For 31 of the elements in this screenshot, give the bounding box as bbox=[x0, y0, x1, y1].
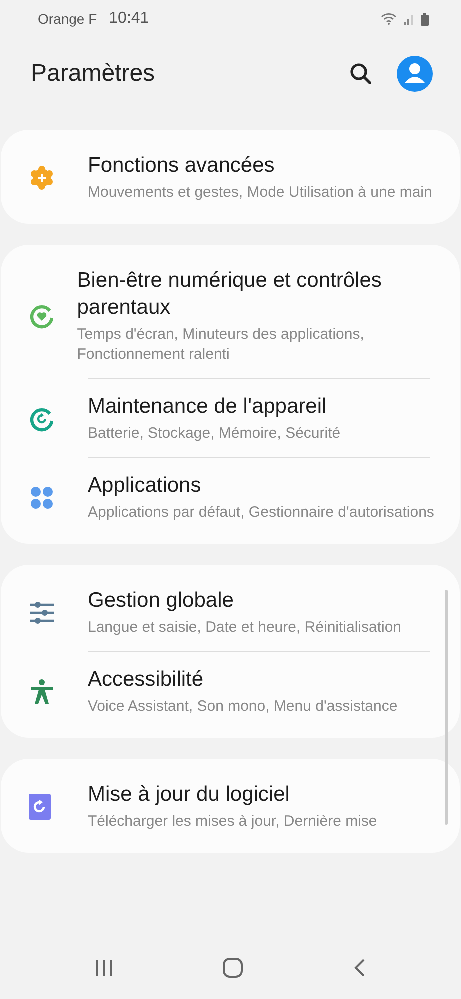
recent-apps-icon[interactable] bbox=[94, 959, 114, 977]
heart-ring-icon bbox=[29, 303, 55, 329]
setting-summary: Mouvements et gestes, Mode Utilisation à une main bbox=[88, 183, 432, 203]
setting-summary: Langue et saisie, Date et heure, Réinitialisation bbox=[88, 618, 402, 638]
setting-title[interactable]: Mise à jour du logiciel bbox=[88, 781, 378, 808]
wifi-icon bbox=[381, 13, 397, 25]
setting-title[interactable]: Accessibilité bbox=[88, 666, 398, 693]
profile-avatar-button[interactable] bbox=[397, 56, 433, 92]
refresh-ring-icon bbox=[29, 406, 55, 432]
update-icon bbox=[29, 794, 51, 820]
four-dots-icon bbox=[29, 484, 55, 510]
setting-summary: Temps d'écran, Minuteurs des applications, Fonctionnement ralenti bbox=[77, 325, 366, 365]
home-icon[interactable] bbox=[222, 957, 244, 979]
back-icon[interactable] bbox=[352, 958, 367, 978]
setting-summary: Voice Assistant, Son mono, Menu d'assistance bbox=[88, 697, 398, 717]
setting-title[interactable]: Applications bbox=[88, 472, 434, 499]
setting-title[interactable]: Maintenance de l'appareil bbox=[88, 393, 341, 420]
battery-icon bbox=[421, 12, 429, 26]
page-title: Paramètres bbox=[31, 60, 156, 88]
setting-title[interactable]: Fonctions avancées bbox=[88, 152, 432, 179]
gear-plus-icon bbox=[29, 164, 55, 190]
setting-summary: Télécharger les mises à jour, Dernière mise bbox=[88, 812, 378, 832]
setting-title[interactable]: Bien-être numérique et contrôles parentaux bbox=[77, 267, 440, 321]
setting-summary: Applications par défaut, Gestionnaire d'autorisations bbox=[88, 503, 434, 523]
signal-icon bbox=[403, 13, 415, 25]
sliders-icon bbox=[29, 600, 55, 626]
setting-title[interactable]: Gestion globale bbox=[88, 587, 402, 614]
setting-summary: Batterie, Stockage, Mémoire, Sécurité bbox=[88, 424, 341, 444]
accessibility-person-icon bbox=[29, 678, 55, 704]
carrier-name: Orange F bbox=[38, 11, 98, 27]
clock-time: 10:41 bbox=[109, 10, 150, 28]
